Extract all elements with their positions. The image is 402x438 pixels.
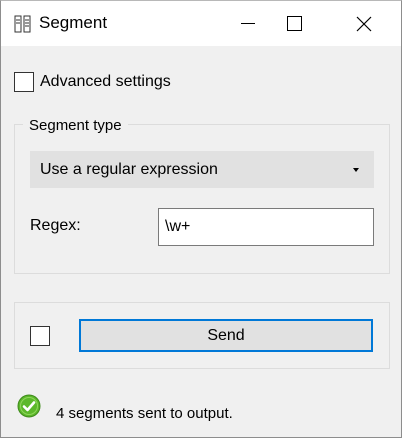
title-bar[interactable]: Segment	[1, 1, 401, 46]
segment-app-icon	[14, 15, 31, 33]
segment-type-group	[14, 124, 390, 274]
status-message: 4 segments sent to output.	[56, 405, 233, 422]
close-button[interactable]	[341, 1, 387, 46]
regex-label: Regex:	[30, 217, 81, 234]
window-title: Segment	[39, 13, 108, 32]
regex-input[interactable]	[158, 208, 374, 246]
advanced-settings-label[interactable]: Advanced settings	[40, 73, 171, 91]
maximize-button[interactable]	[271, 1, 317, 46]
auto-send-checkbox[interactable]	[30, 326, 50, 346]
maximize-icon	[286, 16, 302, 31]
segment-window: Segment Advanced settings Segment type U…	[0, 0, 402, 438]
minimize-icon	[241, 23, 255, 24]
check-circle-icon	[17, 394, 41, 418]
segment-type-selected-value: Use a regular expression	[40, 160, 218, 178]
minimize-button[interactable]	[225, 1, 271, 46]
segment-type-select[interactable]: Use a regular expression	[30, 151, 374, 188]
advanced-settings-row[interactable]: Advanced settings	[14, 72, 171, 92]
advanced-settings-checkbox[interactable]	[14, 72, 34, 92]
send-button[interactable]: Send	[79, 319, 373, 352]
close-icon	[356, 16, 372, 31]
segment-type-group-title: Segment type	[23, 117, 128, 134]
dropdown-arrow-icon	[353, 168, 359, 172]
